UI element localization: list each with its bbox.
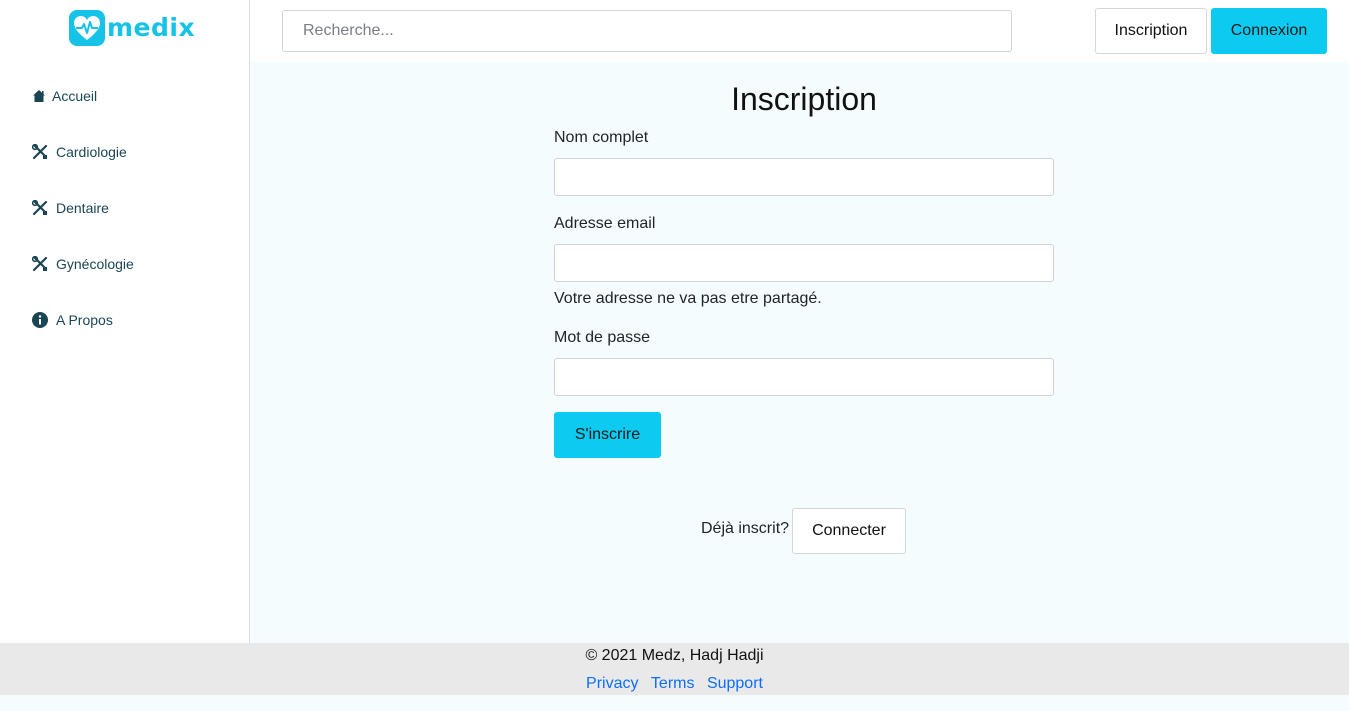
already-registered-text: Déjà inscrit? [701, 520, 790, 537]
email-field[interactable] [554, 244, 1054, 282]
sidebar-item-label: Dentaire [56, 200, 109, 216]
logo[interactable]: medix [69, 10, 195, 46]
name-label: Nom complet [554, 129, 649, 146]
sidebar-item-label: Accueil [52, 88, 98, 104]
email-help-text: Votre adresse ne va pas etre partagé. [554, 290, 822, 307]
tools-icon [32, 256, 48, 272]
page-title: Inscription [731, 81, 877, 117]
home-icon [32, 88, 46, 104]
sidebar-item-gynecologie[interactable]: Gynécologie [32, 254, 134, 274]
connect-button[interactable]: Connecter [792, 508, 906, 554]
connexion-button[interactable]: Connexion [1211, 8, 1327, 54]
password-label: Mot de passe [554, 329, 651, 346]
sidebar-item-label: Cardiologie [56, 144, 127, 160]
heart-pulse-icon [69, 10, 105, 46]
password-field[interactable] [554, 358, 1054, 396]
sidebar-item-label: Gynécologie [56, 256, 134, 272]
email-label: Adresse email [554, 215, 656, 232]
sidebar: medix Accueil Cardiologie Dentaire Gynéc… [0, 0, 250, 643]
info-icon [32, 312, 48, 328]
sidebar-item-cardiologie[interactable]: Cardiologie [32, 142, 134, 162]
signup-button[interactable]: S'inscrire [554, 412, 661, 458]
footer-links: Privacy Terms Support [0, 674, 1349, 694]
sidebar-item-a-propos[interactable]: A Propos [32, 310, 134, 330]
full-name-field[interactable] [554, 158, 1054, 196]
copyright-text: © 2021 Medz, Hadj Hadji [585, 647, 764, 664]
brand-name: medix [107, 13, 196, 42]
support-link[interactable]: Support [707, 675, 763, 692]
tools-icon [32, 200, 48, 216]
sidebar-nav: Accueil Cardiologie Dentaire Gynécologie… [32, 86, 134, 366]
search-input[interactable] [282, 10, 1012, 52]
privacy-link[interactable]: Privacy [586, 675, 638, 692]
sidebar-item-label: A Propos [56, 312, 113, 328]
inscription-button[interactable]: Inscription [1095, 8, 1207, 54]
top-header: Inscription Connexion [250, 0, 1349, 62]
terms-link[interactable]: Terms [651, 675, 695, 692]
sidebar-item-accueil[interactable]: Accueil [32, 86, 134, 106]
sidebar-item-dentaire[interactable]: Dentaire [32, 198, 134, 218]
footer: © 2021 Medz, Hadj Hadji Privacy Terms Su… [0, 643, 1349, 695]
tools-icon [32, 144, 48, 160]
